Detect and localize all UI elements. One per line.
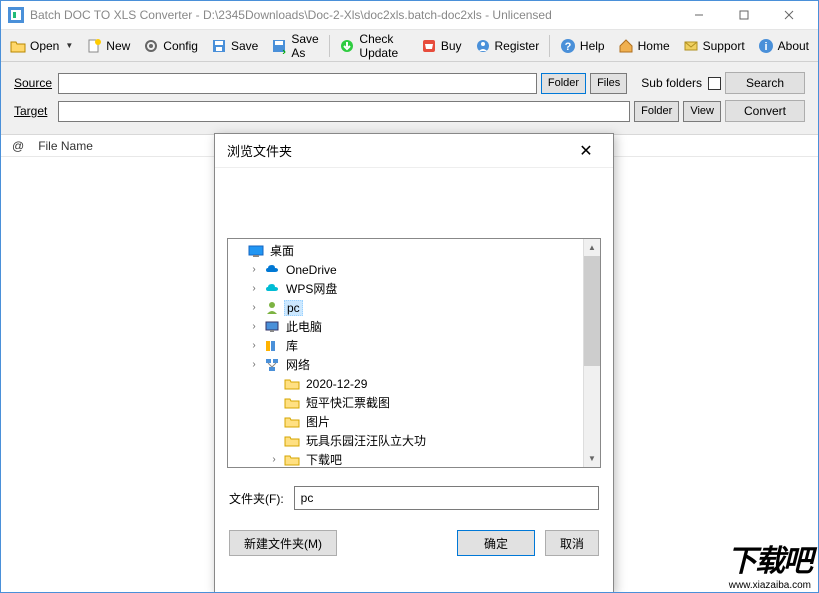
tree-row-folder[interactable]: 2020-12-29 [228,374,583,393]
saveas-icon [271,38,287,54]
toolbar: Open ▼ New Config Save Save As Check Upd… [0,30,819,62]
config-button[interactable]: Config [137,33,204,59]
help-button[interactable]: ? Help [554,33,611,59]
tree-row-folder[interactable]: 玩具乐园汪汪队立大功 [228,431,583,450]
help-icon: ? [560,38,576,54]
save-icon [211,38,227,54]
scrollbar-thumb[interactable] [584,256,600,366]
column-filename: File Name [38,139,93,153]
source-folder-button[interactable]: Folder [541,73,586,94]
dialog-title: 浏览文件夹 [227,141,292,160]
toolbar-separator [329,35,330,57]
column-at: @ [12,139,24,153]
folder-icon [284,433,300,449]
support-icon [683,38,699,54]
expand-icon[interactable]: › [248,302,260,313]
support-button[interactable]: Support [677,33,751,59]
expand-icon[interactable]: › [248,283,260,294]
home-icon [618,38,634,54]
expand-icon[interactable]: › [248,264,260,275]
expand-icon[interactable]: › [268,454,280,465]
window-title: Batch DOC TO XLS Converter - D:\2345Down… [30,8,676,22]
new-button[interactable]: New [80,33,136,59]
tree-row-pc-user[interactable]: › pc [228,298,583,317]
cloud-icon [264,281,280,297]
expand-icon[interactable]: › [248,321,260,332]
register-button[interactable]: Register [469,33,546,59]
new-icon [86,38,102,54]
cloud-icon [264,262,280,278]
browse-folder-dialog: 浏览文件夹 ✕ 桌面 › OneDrive › WPS网盘 › [214,133,614,593]
tree-row-network[interactable]: › 网络 [228,355,583,374]
folder-icon [284,452,300,468]
scroll-up-icon[interactable]: ▲ [584,239,600,256]
info-icon: i [758,38,774,54]
svg-text:i: i [764,41,767,53]
source-label: Source [14,76,54,90]
gear-icon [143,38,159,54]
tree-row-wps[interactable]: › WPS网盘 [228,279,583,298]
toolbar-separator [549,35,550,57]
about-button[interactable]: i About [752,33,815,59]
folder-tree: 桌面 › OneDrive › WPS网盘 › pc › 此电脑 [227,238,601,468]
tree-row-onedrive[interactable]: › OneDrive [228,260,583,279]
convert-button[interactable]: Convert [725,100,805,122]
chevron-down-icon: ▼ [65,41,73,50]
update-icon [339,38,355,54]
expand-icon[interactable]: › [248,340,260,351]
folder-icon [284,395,300,411]
scroll-down-icon[interactable]: ▼ [584,450,600,467]
subfolders-checkbox[interactable] [708,77,721,90]
source-input[interactable] [58,73,537,94]
dialog-close-button[interactable]: ✕ [571,141,601,161]
target-label: Target [14,104,54,118]
close-button[interactable] [766,1,811,29]
desktop-icon [248,243,264,259]
svg-text:?: ? [565,41,572,53]
minimize-button[interactable] [676,1,721,29]
folder-field-label: 文件夹(F): [229,490,284,507]
expand-icon[interactable]: › [248,359,260,370]
scrollbar[interactable]: ▲ ▼ [583,239,600,467]
user-icon [264,300,280,316]
subfolders-label: Sub folders [641,76,721,90]
home-button[interactable]: Home [612,33,676,59]
target-view-button[interactable]: View [683,101,721,122]
save-button[interactable]: Save [205,33,264,59]
tree-row-folder[interactable]: 短平快汇票截图 [228,393,583,412]
open-button[interactable]: Open ▼ [4,33,79,59]
network-icon [264,357,280,373]
tree-row-folder[interactable]: 图片 [228,412,583,431]
folder-open-icon [10,38,26,54]
folder-field-input[interactable] [294,486,599,510]
saveas-button[interactable]: Save As [265,33,324,59]
tree-row-libraries[interactable]: › 库 [228,336,583,355]
source-files-button[interactable]: Files [590,73,627,94]
folder-icon [284,414,300,430]
target-input[interactable] [58,101,630,122]
monitor-icon [264,319,280,335]
app-icon [8,7,24,23]
tree-row-folder[interactable]: › 下载吧 [228,450,583,467]
watermark: 下载吧 www.xiazaiba.com [719,534,819,593]
tree-row-thispc[interactable]: › 此电脑 [228,317,583,336]
buy-button[interactable]: Buy [415,33,468,59]
target-folder-button[interactable]: Folder [634,101,679,122]
maximize-button[interactable] [721,1,766,29]
form-area: Source Folder Files Sub folders Search T… [0,62,819,135]
search-button[interactable]: Search [725,72,805,94]
cancel-button[interactable]: 取消 [545,530,599,556]
register-icon [475,38,491,54]
checkupdate-button[interactable]: Check Update [333,33,413,59]
folder-icon [284,376,300,392]
cart-icon [421,38,437,54]
new-folder-button[interactable]: 新建文件夹(M) [229,530,337,556]
libraries-icon [264,338,280,354]
ok-button[interactable]: 确定 [457,530,535,556]
tree-row-desktop[interactable]: 桌面 [228,241,583,260]
